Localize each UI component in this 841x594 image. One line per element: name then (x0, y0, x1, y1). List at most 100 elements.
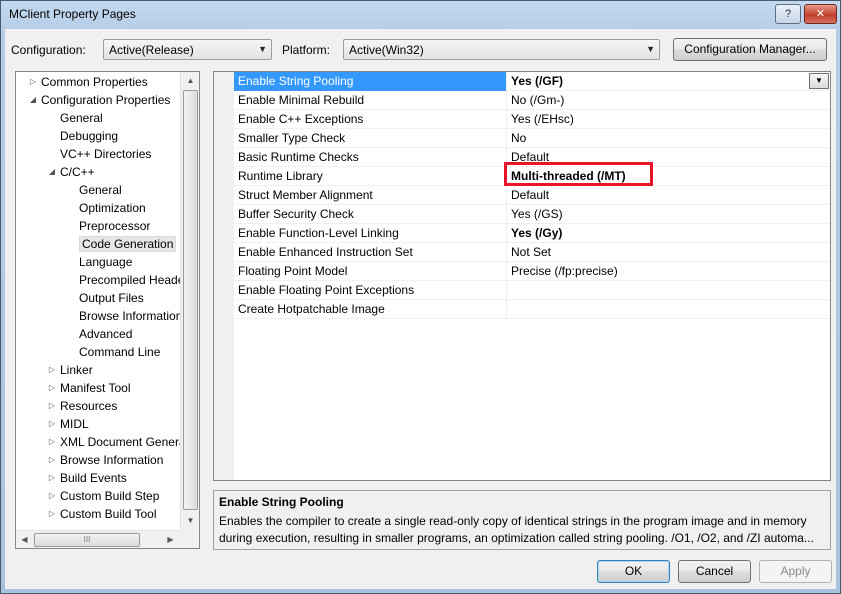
tree-item[interactable]: Code Generation (79, 236, 177, 253)
scroll-thumb[interactable] (183, 90, 198, 510)
tree-item[interactable]: ▷XML Document Generator (49, 434, 180, 451)
property-pages-window: MClient Property Pages ? ✕ Configuration… (0, 0, 841, 594)
property-row[interactable]: Enable String Pooling Yes (/GF) ▼ (234, 72, 830, 91)
tree-item-label: Preprocessor (79, 219, 151, 233)
tree-item[interactable]: Precompiled Headers (79, 272, 180, 289)
property-value[interactable] (508, 300, 830, 319)
tree-item-label: Resources (60, 399, 118, 413)
tree-item[interactable]: Output Files (79, 290, 144, 307)
expand-arrow-icon[interactable]: ▷ (28, 74, 38, 90)
tree-item[interactable]: ▷ Common Properties (30, 74, 148, 91)
scroll-up-icon[interactable]: ▲ (181, 72, 200, 89)
property-row[interactable]: Enable Floating Point Exceptions (234, 281, 830, 300)
tree-item[interactable]: Advanced (79, 326, 132, 343)
expand-arrow-icon[interactable]: ▷ (47, 380, 57, 396)
tree-item-label: Precompiled Headers (79, 273, 180, 287)
tree-item[interactable]: ◢ C/C++ (49, 164, 95, 181)
property-name: Struct Member Alignment (234, 186, 507, 205)
collapse-arrow-icon[interactable]: ◢ (47, 164, 57, 180)
property-name: Enable Enhanced Instruction Set (234, 243, 507, 262)
property-row[interactable]: Enable Minimal Rebuild No (/Gm-) (234, 91, 830, 110)
tree-item[interactable]: Language (79, 254, 132, 271)
tree-item[interactable]: VC++ Directories (60, 146, 151, 163)
tree-item-label: Output Files (79, 291, 144, 305)
configuration-value: Active(Release) (109, 43, 194, 57)
tree-item[interactable]: Debugging (60, 128, 118, 145)
expand-arrow-icon[interactable]: ▷ (47, 452, 57, 468)
tree-item-label: General (60, 111, 103, 125)
scroll-thumb-horizontal[interactable]: III (34, 533, 140, 547)
configuration-combo[interactable]: Active(Release) ▼ (103, 39, 272, 60)
property-grid[interactable]: Enable String Pooling Yes (/GF) ▼ Enable Mi… (213, 71, 831, 481)
tree-item[interactable]: ▷ Manifest Tool (49, 380, 131, 397)
tree-item-label: Linker (60, 363, 93, 377)
property-name: Buffer Security Check (234, 205, 507, 224)
chevron-down-icon: ▼ (258, 44, 267, 54)
description-title: Enable String Pooling (219, 495, 344, 509)
tree-item-label: Language (79, 255, 133, 269)
tree-vertical-scrollbar[interactable]: ▲ ▼ (180, 72, 199, 530)
tree-item[interactable]: ▷ Browse Information (49, 452, 163, 469)
property-tree[interactable]: ▷ Common Properties ◢ Configuration Propert… (15, 71, 200, 549)
tree-item[interactable]: ▷ Linker (49, 362, 93, 379)
expand-arrow-icon[interactable]: ▷ (47, 434, 57, 450)
property-name: Create Hotpatchable Image (234, 300, 507, 319)
tree-item-label: Common Properties (41, 75, 148, 89)
tree-item[interactable]: ◢ Configuration Properties (30, 92, 170, 109)
configuration-label: Configuration: (11, 43, 86, 57)
expand-arrow-icon[interactable]: ▷ (47, 470, 57, 486)
property-row[interactable]: Floating Point Model Precise (/fp:precise… (234, 262, 830, 281)
expand-arrow-icon[interactable]: ▷ (47, 362, 57, 378)
property-row[interactable]: Create Hotpatchable Image (234, 300, 830, 319)
scroll-left-icon[interactable]: ◀ (16, 531, 33, 548)
property-value[interactable] (508, 281, 830, 300)
property-row[interactable]: Smaller Type Check No (234, 129, 830, 148)
property-row[interactable]: Enable C++ Exceptions Yes (/EHsc) (234, 110, 830, 129)
platform-combo[interactable]: Active(Win32) ▼ (343, 39, 660, 60)
title-bar[interactable]: MClient Property Pages ? ✕ (1, 1, 840, 29)
expand-arrow-icon[interactable]: ▷ (47, 506, 57, 522)
configuration-manager-button[interactable]: Configuration Manager... (673, 38, 827, 61)
scroll-down-icon[interactable]: ▼ (181, 512, 200, 529)
property-name: Enable C++ Exceptions (234, 110, 507, 129)
tree-item[interactable]: General (60, 110, 103, 127)
tree-item[interactable]: Browse Information (79, 308, 180, 325)
ok-button[interactable]: OK (597, 560, 670, 583)
property-value[interactable]: No (508, 129, 830, 148)
platform-value: Active(Win32) (349, 43, 424, 57)
property-value[interactable]: Not Set (508, 243, 830, 262)
property-value[interactable]: Yes (/GS) (508, 205, 830, 224)
value-dropdown-icon[interactable]: ▼ (809, 73, 829, 89)
property-value[interactable]: No (/Gm-) (508, 91, 830, 110)
help-button[interactable]: ? (775, 4, 801, 24)
collapse-arrow-icon[interactable]: ◢ (28, 92, 38, 108)
property-value[interactable]: Yes (/EHsc) (508, 110, 830, 129)
tree-item[interactable]: ▷ Resources (49, 398, 118, 415)
property-value[interactable]: Yes (/Gy) (508, 224, 830, 243)
tree-item-label: XML Document Generator (60, 435, 180, 449)
tree-item[interactable]: Command Line (79, 344, 160, 361)
scroll-right-icon[interactable]: ▶ (162, 531, 179, 548)
property-row[interactable]: Enable Enhanced Instruction Set Not Set (234, 243, 830, 262)
tree-item[interactable]: Optimization (79, 200, 146, 217)
tree-item[interactable]: ▷ Build Events (49, 470, 127, 487)
close-button[interactable]: ✕ (804, 4, 837, 24)
property-row[interactable]: Buffer Security Check Yes (/GS) (234, 205, 830, 224)
tree-item[interactable]: Preprocessor (79, 218, 150, 235)
property-row[interactable]: Enable Function-Level Linking Yes (/Gy) (234, 224, 830, 243)
property-row[interactable]: Struct Member Alignment Default (234, 186, 830, 205)
property-value[interactable]: Precise (/fp:precise) (508, 262, 830, 281)
apply-button[interactable]: Apply (759, 560, 832, 583)
expand-arrow-icon[interactable]: ▷ (47, 398, 57, 414)
scroll-corner (180, 530, 199, 548)
property-value[interactable]: Yes (/GF) (508, 72, 830, 91)
expand-arrow-icon[interactable]: ▷ (47, 488, 57, 504)
tree-horizontal-scrollbar[interactable]: ◀ III ▶ (16, 530, 180, 548)
expand-arrow-icon[interactable]: ▷ (47, 416, 57, 432)
property-value[interactable]: Default (508, 186, 830, 205)
tree-item[interactable]: ▷ Custom Build Tool (49, 506, 157, 523)
tree-item[interactable]: ▷ MIDL (49, 416, 89, 433)
cancel-button[interactable]: Cancel (678, 560, 751, 583)
tree-item[interactable]: ▷ Custom Build Step (49, 488, 159, 505)
tree-item[interactable]: General (79, 182, 122, 199)
